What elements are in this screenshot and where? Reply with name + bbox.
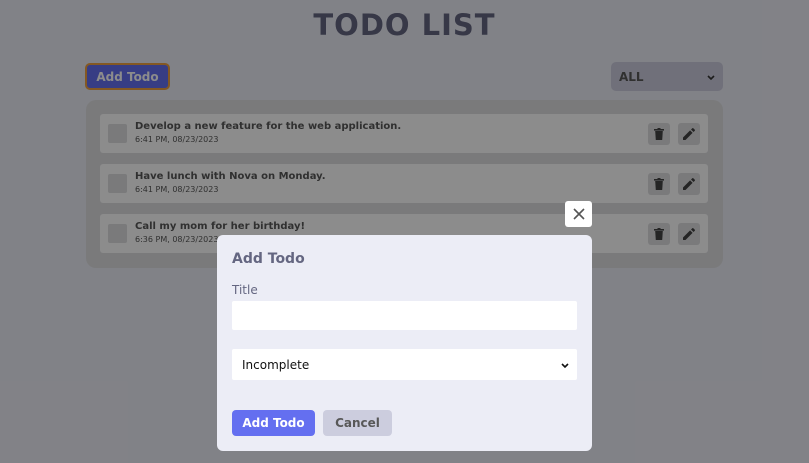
cancel-button[interactable]: Cancel <box>323 410 392 436</box>
status-select[interactable]: Incomplete <box>232 349 577 380</box>
close-icon <box>572 205 585 224</box>
modal-heading: Add Todo <box>232 251 305 267</box>
title-label: Title <box>232 283 258 297</box>
status-selected-value: Incomplete <box>242 357 310 372</box>
chevron-down-icon <box>561 358 569 372</box>
title-input[interactable] <box>232 301 577 330</box>
modal-close-button[interactable] <box>565 201 592 227</box>
add-todo-modal: Add Todo Title Incomplete Add Todo Cance… <box>217 235 592 451</box>
submit-add-todo-button[interactable]: Add Todo <box>232 410 315 436</box>
